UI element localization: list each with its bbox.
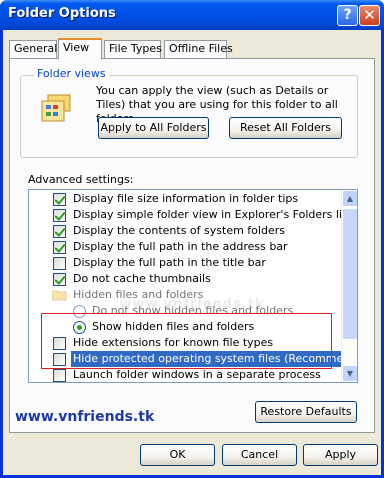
checkbox[interactable] — [53, 193, 66, 206]
list-item-label: Hide extensions for known file types — [73, 336, 274, 349]
checkbox[interactable] — [53, 225, 66, 238]
folder-views-title: Folder views — [34, 67, 109, 80]
checkbox[interactable] — [53, 273, 66, 286]
list-item-label: Show hidden files and folders — [92, 320, 255, 333]
scroll-up-icon[interactable]: ▲ — [342, 190, 357, 207]
apply-to-all-folders-button[interactable]: Apply to All Folders — [98, 117, 209, 139]
list-item[interactable]: Hide extensions for known file types — [29, 335, 341, 351]
list-item-label: Display the contents of system folders — [73, 224, 285, 237]
advanced-settings-label: Advanced settings: — [28, 173, 134, 186]
restore-defaults-button[interactable]: Restore Defaults — [255, 401, 357, 423]
list-item[interactable]: Show hidden files and folders — [29, 319, 341, 335]
checkbox[interactable] — [53, 353, 66, 366]
folder-views-icon — [41, 94, 71, 122]
list-scrollbar[interactable]: ▲ ▼ — [341, 190, 357, 382]
list-item[interactable]: Launch folder windows in a separate proc… — [29, 367, 341, 382]
apply-button[interactable]: Apply — [303, 444, 378, 466]
help-button[interactable]: ? — [337, 5, 358, 26]
checkbox[interactable] — [53, 369, 66, 382]
watermark: www.vnfriends.tk — [119, 297, 265, 312]
list-item[interactable]: Display the contents of system folders — [29, 223, 341, 239]
list-item-label: Display simple folder view in Explorer's… — [73, 208, 353, 221]
site-link[interactable]: www.vnfriends.tk — [15, 409, 154, 425]
cancel-button[interactable]: Cancel — [222, 444, 297, 466]
tab-file-types[interactable]: File Types — [104, 40, 162, 58]
ok-button[interactable]: OK — [140, 444, 215, 466]
checkbox[interactable] — [53, 241, 66, 254]
reset-all-folders-button[interactable]: Reset All Folders — [229, 117, 342, 139]
checkbox[interactable] — [53, 257, 66, 270]
list-item-label: Launch folder windows in a separate proc… — [73, 368, 321, 381]
list-item[interactable]: Display the full path in the title bar — [29, 255, 341, 271]
window-title: Folder Options — [8, 6, 116, 21]
close-button[interactable]: ✕ — [359, 5, 380, 26]
tab-view[interactable]: View — [58, 38, 102, 59]
list-item[interactable]: Display simple folder view in Explorer's… — [29, 207, 352, 223]
title-bar[interactable]: Folder Options ? ✕ — [0, 0, 384, 30]
list-item-label: Hide protected operating system files (R… — [71, 351, 357, 367]
checkbox[interactable] — [53, 209, 66, 222]
list-item-label: Display file size information in folder … — [73, 192, 299, 205]
radio-button[interactable] — [73, 321, 86, 334]
list-item-label: Do not cache thumbnails — [73, 272, 211, 285]
checkbox[interactable] — [53, 337, 66, 350]
list-item[interactable]: Hide protected operating system files (R… — [29, 351, 357, 367]
tab-offline-files[interactable]: Offline Files — [164, 40, 233, 58]
scroll-down-icon[interactable]: ▼ — [342, 365, 357, 382]
tab-general[interactable]: General — [9, 40, 57, 58]
list-item-label: Display the full path in the address bar — [73, 240, 288, 253]
list-item-label: Display the full path in the title bar — [73, 256, 266, 269]
list-item[interactable]: Do not cache thumbnails — [29, 271, 341, 287]
scroll-thumb[interactable] — [342, 208, 357, 340]
list-item[interactable]: Display the full path in the address bar — [29, 239, 341, 255]
advanced-settings-list[interactable]: Display file size information in folder … — [28, 189, 358, 383]
list-item[interactable]: Display file size information in folder … — [29, 191, 341, 207]
